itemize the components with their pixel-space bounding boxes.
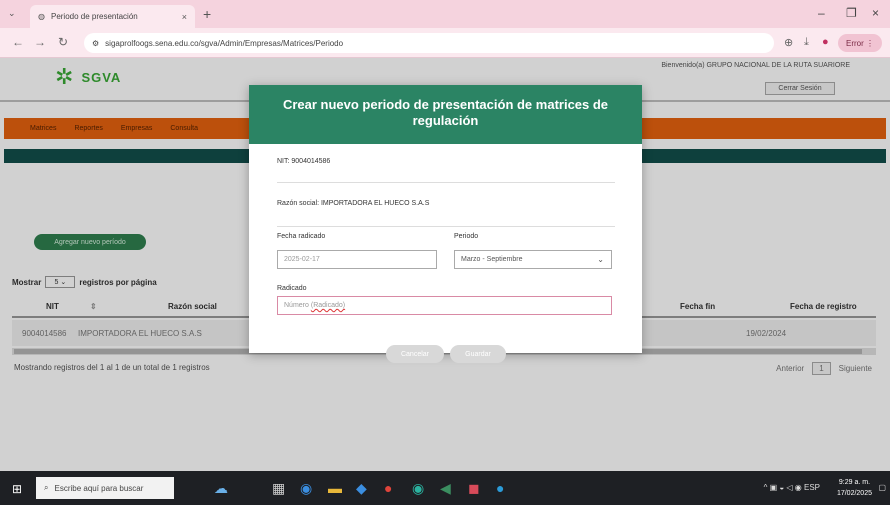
app-icon[interactable]: ◼ xyxy=(468,480,480,497)
taskbar-search[interactable]: ⌕ Escribe aquí para buscar xyxy=(36,477,174,499)
app-icon[interactable]: ◉ xyxy=(412,480,424,497)
browser-tab[interactable]: ◍ Periodo de presentación × xyxy=(30,5,195,28)
close-window-button[interactable]: × xyxy=(872,6,879,20)
task-view-icon[interactable]: ▦ xyxy=(272,480,285,497)
periodo-label: Periodo xyxy=(454,233,479,240)
url-text: sigaprolfoogs.sena.edu.co/sgva/Admin/Emp… xyxy=(105,38,344,48)
radicado-label: Radicado xyxy=(277,285,307,292)
radicado-placeholder: Número xyxy=(284,302,309,309)
tab-favicon-icon: ◍ xyxy=(38,12,45,21)
reload-icon[interactable]: ↻ xyxy=(58,35,68,49)
periodo-value: Marzo - Septiembre xyxy=(461,256,523,263)
browser-tabstrip: ⌄ ◍ Periodo de presentación × + – ❐ × xyxy=(0,0,890,28)
widgets-icon[interactable]: ☁ xyxy=(214,480,228,497)
periodo-select[interactable]: Marzo - Septiembre ⌄ xyxy=(454,250,612,269)
divider xyxy=(277,226,615,227)
download-icon[interactable]: ⤓ xyxy=(804,36,809,49)
chrome-icon[interactable]: ● xyxy=(384,480,392,496)
clock-time: 9:29 a. m. xyxy=(838,479,871,486)
site-info-icon[interactable]: ⚙ xyxy=(92,39,99,48)
fecha-label: Fecha radicado xyxy=(277,233,326,240)
taskbar: ⊞ ⌕ Escribe aquí para buscar ☁ ▦ ◉ ▬ ◆ ●… xyxy=(0,471,890,505)
maximize-button[interactable]: ❐ xyxy=(846,6,857,20)
tab-close-icon[interactable]: × xyxy=(182,12,187,22)
app-icon[interactable]: ● xyxy=(496,480,504,496)
modal-nit: NIT: 9004014586 xyxy=(277,158,331,165)
tab-search-icon[interactable]: ⌄ xyxy=(8,8,16,19)
address-bar-row: ← → ↻ ⚙ sigaprolfoogs.sena.edu.co/sgva/A… xyxy=(0,28,890,58)
page: ✲ SGVA Bienvenido(a) GRUPO NACIONAL DE L… xyxy=(0,58,890,471)
radicado-suffix: (Radicado) xyxy=(310,302,346,309)
new-tab-button[interactable]: + xyxy=(203,6,211,22)
modal-title: Crear nuevo periodo de presentación de m… xyxy=(249,85,642,144)
modal-razon-social: Razón social: IMPORTADORA EL HUECO S.A.S xyxy=(277,200,430,207)
file-explorer-icon[interactable]: ▬ xyxy=(328,480,342,496)
back-icon[interactable]: ← xyxy=(12,35,24,49)
clock-date: 17/02/2025 xyxy=(836,490,872,497)
profile-button[interactable]: Error ⋮ xyxy=(838,34,882,52)
cancel-button[interactable]: Cancelar xyxy=(386,345,444,363)
fecha-value: 2025-02-17 xyxy=(284,256,320,263)
translate-icon[interactable]: ⊕ xyxy=(784,36,793,49)
store-icon[interactable]: ◆ xyxy=(356,480,367,497)
windows-start-icon[interactable]: ⊞ xyxy=(12,482,22,496)
divider xyxy=(277,182,615,183)
clock[interactable]: 9:29 a. m. 17/02/2025 xyxy=(837,477,872,499)
chevron-down-icon: ⌄ xyxy=(597,255,604,264)
tab-title: Periodo de presentación xyxy=(50,12,138,21)
system-tray[interactable]: ^ ▣ ◒ ◁ ◉ ESP xyxy=(764,483,820,492)
app-icon[interactable]: ◀ xyxy=(440,480,451,497)
taskbar-search-placeholder: Escribe aquí para buscar xyxy=(54,483,144,493)
profile-label: Error xyxy=(845,38,864,48)
search-icon: ⌕ xyxy=(44,483,49,492)
radicado-input[interactable]: Número (Radicado) xyxy=(277,296,612,315)
forward-icon[interactable]: → xyxy=(34,35,46,49)
create-period-modal: Crear nuevo periodo de presentación de m… xyxy=(249,85,642,363)
notifications-icon[interactable]: ▢ xyxy=(878,483,886,492)
url-bar[interactable]: ⚙ sigaprolfoogs.sena.edu.co/sgva/Admin/E… xyxy=(84,33,774,53)
fecha-radicado-input[interactable]: 2025-02-17 xyxy=(277,250,437,269)
profile-icon[interactable]: ● xyxy=(822,36,829,48)
minimize-button[interactable]: – xyxy=(818,6,825,20)
save-button[interactable]: Guardar xyxy=(450,345,506,363)
edge-icon[interactable]: ◉ xyxy=(300,480,312,497)
